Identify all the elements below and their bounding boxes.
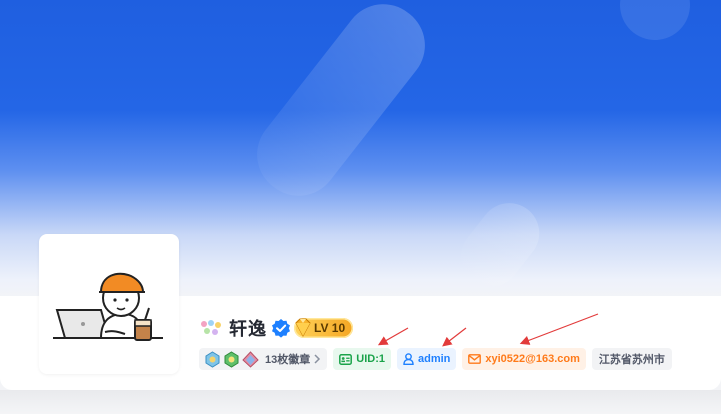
- gem-icon: [295, 318, 311, 338]
- id-card-icon: [339, 353, 353, 365]
- avatar[interactable]: [39, 234, 179, 374]
- banner-decoration: [240, 0, 442, 212]
- badges-tag[interactable]: 13枚徽章: [199, 348, 328, 370]
- username-tag[interactable]: admin: [396, 348, 457, 370]
- verified-badge-icon: [272, 319, 290, 338]
- decoration-pendant-icon: [201, 320, 221, 335]
- email-label: xyi0522@163.com: [485, 353, 580, 365]
- avatar-illustration: [53, 272, 163, 341]
- banner-decoration: [605, 0, 705, 55]
- level-label: LV 10: [314, 321, 346, 335]
- username: 轩逸: [229, 319, 267, 340]
- email-tag[interactable]: xyi0522@163.com: [462, 348, 586, 370]
- badge-medal-icon: [224, 350, 239, 368]
- user-label: admin: [417, 353, 451, 365]
- profile-name-row: 轩逸 LV 10: [199, 314, 354, 342]
- badge-medal-icon: [242, 350, 259, 368]
- mail-icon: [468, 354, 482, 364]
- chevron-right-icon: [314, 354, 321, 364]
- badges-label: 13枚徽章: [265, 354, 311, 366]
- badge-medal-icon: [205, 350, 220, 368]
- profile-tags: 13枚徽章 UID:1 admin xyi0522@163.com 江苏省苏州市: [199, 348, 678, 370]
- location-tag: 江苏省苏州市: [591, 348, 672, 370]
- level-badge[interactable]: LV 10: [294, 318, 354, 338]
- uid-tag[interactable]: UID:1: [333, 348, 391, 370]
- location-label: 江苏省苏州市: [598, 354, 665, 366]
- uid-label: UID:1: [356, 353, 385, 365]
- banner-decoration: [448, 191, 552, 299]
- user-icon: [403, 353, 414, 365]
- page-background: [0, 390, 721, 414]
